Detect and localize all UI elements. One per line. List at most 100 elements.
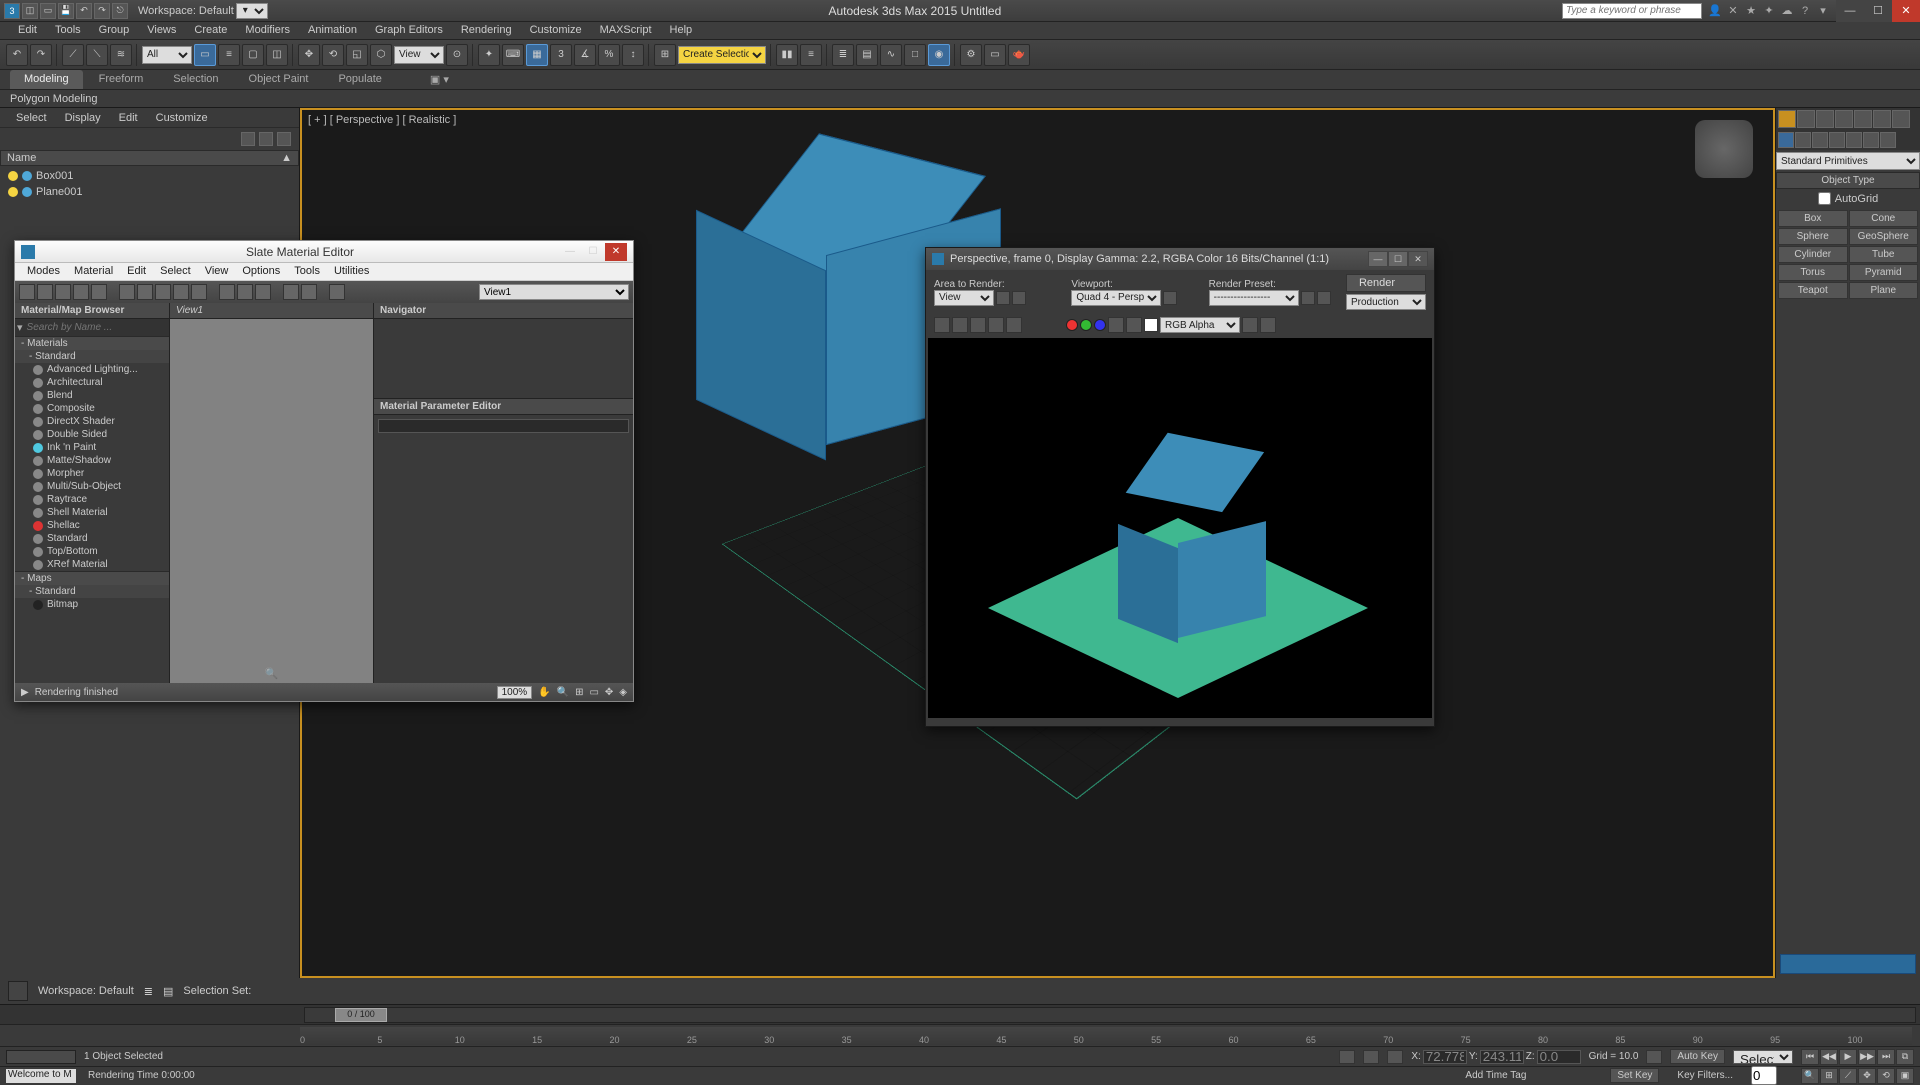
sl-menu-utilities[interactable]: Utilities	[328, 263, 375, 280]
sl-menu-options[interactable]: Options	[236, 263, 286, 280]
display-tab-icon[interactable]	[1854, 110, 1872, 128]
refcoord-select[interactable]: View	[394, 46, 444, 64]
snap-button[interactable]: ▦	[526, 44, 548, 66]
helpers-icon[interactable]	[1846, 132, 1862, 148]
select-name-button[interactable]: ≡	[218, 44, 240, 66]
select-object-button[interactable]: ▭	[194, 44, 216, 66]
obj-tube[interactable]: Tube	[1849, 246, 1919, 263]
hierarchy-tab-icon[interactable]	[1816, 110, 1834, 128]
sl-menu-select[interactable]: Select	[154, 263, 197, 280]
orbit-icon[interactable]: ⟲	[1877, 1068, 1895, 1084]
help-icon[interactable]: ?	[1798, 4, 1812, 18]
menu-views[interactable]: Views	[139, 22, 184, 39]
material-item[interactable]: Raytrace	[15, 493, 169, 506]
ribbon-panel-label[interactable]: Polygon Modeling	[10, 93, 97, 105]
material-item[interactable]: Composite	[15, 402, 169, 415]
percent-snap-button[interactable]: %	[598, 44, 620, 66]
menu-group[interactable]: Group	[91, 22, 138, 39]
listener[interactable]: Welcome to M	[6, 1069, 76, 1083]
track-bar[interactable]: 0510152025303540455055606570758085909510…	[0, 1024, 1920, 1046]
visibility-icon[interactable]	[8, 187, 18, 197]
selection-filter[interactable]: All	[142, 46, 192, 64]
bind-button[interactable]: ≋	[110, 44, 132, 66]
menu-customize[interactable]: Customize	[522, 22, 590, 39]
material-item[interactable]: Blend	[15, 389, 169, 402]
coord-z[interactable]	[1537, 1050, 1581, 1064]
select-region-button[interactable]: ▢	[242, 44, 264, 66]
manipulate-button[interactable]: ✦	[478, 44, 500, 66]
selection-lock-icon[interactable]	[1387, 1050, 1403, 1064]
area-select[interactable]: View	[934, 290, 994, 306]
geometry-icon[interactable]	[1778, 132, 1794, 148]
ribbon-objectpaint[interactable]: Object Paint	[235, 70, 323, 89]
slate-minimize[interactable]: —	[559, 243, 581, 261]
sl-left-icon[interactable]	[219, 284, 235, 300]
ws-swatch[interactable]	[8, 981, 28, 1001]
ribbon-freeform[interactable]: Freeform	[85, 70, 158, 89]
obj-pyramid[interactable]: Pyramid	[1849, 264, 1919, 281]
rw-green-icon[interactable]	[1080, 319, 1092, 331]
sl-zoom-icon[interactable]	[329, 284, 345, 300]
material-item[interactable]: Standard	[15, 532, 169, 545]
cloud-icon[interactable]: ☁	[1780, 4, 1794, 18]
rw-save-icon[interactable]	[934, 317, 950, 333]
systems-icon[interactable]	[1880, 132, 1896, 148]
sl-assign-icon[interactable]	[55, 284, 71, 300]
material-item[interactable]: Double Sided	[15, 428, 169, 441]
sl-move-icon[interactable]	[119, 284, 135, 300]
se-menu-edit[interactable]: Edit	[111, 110, 146, 125]
prev-frame-icon[interactable]: ◀◀	[1820, 1049, 1838, 1065]
mirror-button[interactable]: ▮▮	[776, 44, 798, 66]
link-button[interactable]: ⟋	[62, 44, 84, 66]
layers-icon[interactable]: ≣	[144, 985, 153, 998]
undo-button[interactable]: ↶	[6, 44, 28, 66]
obj-torus[interactable]: Torus	[1778, 264, 1848, 281]
slate-view-area[interactable]: View1 🔍	[170, 303, 373, 683]
minimize-button[interactable]: —	[1836, 0, 1864, 22]
menu-edit[interactable]: Edit	[10, 22, 45, 39]
sl-pick-icon[interactable]	[37, 284, 53, 300]
cat-maps-standard[interactable]: - Standard	[15, 585, 169, 598]
undo-icon[interactable]: ↶	[76, 3, 92, 19]
se-menu-customize[interactable]: Customize	[148, 110, 216, 125]
menu-maxscript[interactable]: MAXScript	[592, 22, 660, 39]
sl-menu-edit[interactable]: Edit	[121, 263, 152, 280]
menu-create[interactable]: Create	[186, 22, 235, 39]
star2-icon[interactable]: ✦	[1762, 4, 1776, 18]
slate-nav-all-icon[interactable]: ◈	[619, 687, 627, 698]
named-selset[interactable]: Create Selection Se	[678, 46, 766, 64]
cameras-icon[interactable]	[1829, 132, 1845, 148]
link-icon[interactable]: ⎋	[112, 3, 128, 19]
close-button[interactable]: ✕	[1892, 0, 1920, 22]
signin-icon[interactable]: 👤	[1708, 4, 1722, 18]
slate-nav-pan-icon[interactable]: ✋	[538, 687, 550, 698]
rw-bg-swatch[interactable]	[1144, 318, 1158, 332]
utilities-tab-icon[interactable]	[1873, 110, 1891, 128]
snap3-button[interactable]: 3	[550, 44, 572, 66]
rw-clear-icon[interactable]	[1006, 317, 1022, 333]
obj-plane[interactable]: Plane	[1849, 282, 1919, 299]
object-type-rollout[interactable]: Object Type	[1776, 172, 1920, 189]
preset-a-icon[interactable]	[1301, 291, 1315, 305]
sl-menu-view[interactable]: View	[199, 263, 235, 280]
play-icon[interactable]: ▶	[1839, 1049, 1857, 1065]
rotate-button[interactable]: ⟲	[322, 44, 344, 66]
channel-select[interactable]: RGB Alpha	[1160, 317, 1240, 333]
sl-layout-icon[interactable]	[155, 284, 171, 300]
autokey-button[interactable]: Auto Key	[1670, 1049, 1725, 1064]
next-frame-icon[interactable]: ▶▶	[1858, 1049, 1876, 1065]
rw-toggle-over-icon[interactable]	[1242, 317, 1258, 333]
obj-cylinder[interactable]: Cylinder	[1778, 246, 1848, 263]
material-editor-button[interactable]: ◉	[928, 44, 950, 66]
keyfilters-button[interactable]: Key Filters...	[1671, 1069, 1739, 1082]
browser-search-input[interactable]	[23, 322, 167, 333]
category-select[interactable]: Standard Primitives	[1776, 152, 1920, 170]
time-slider[interactable]: 0 / 100	[304, 1007, 1916, 1023]
comm-icon[interactable]	[1646, 1050, 1662, 1064]
preset-select[interactable]: -----------------	[1209, 290, 1299, 306]
menu-help[interactable]: Help	[662, 22, 701, 39]
rw-clone-icon[interactable]	[970, 317, 986, 333]
sl-menu-modes[interactable]: Modes	[21, 263, 66, 280]
autogrid-checkbox[interactable]	[1818, 192, 1831, 205]
rw-toggle-ui-icon[interactable]	[1260, 317, 1276, 333]
